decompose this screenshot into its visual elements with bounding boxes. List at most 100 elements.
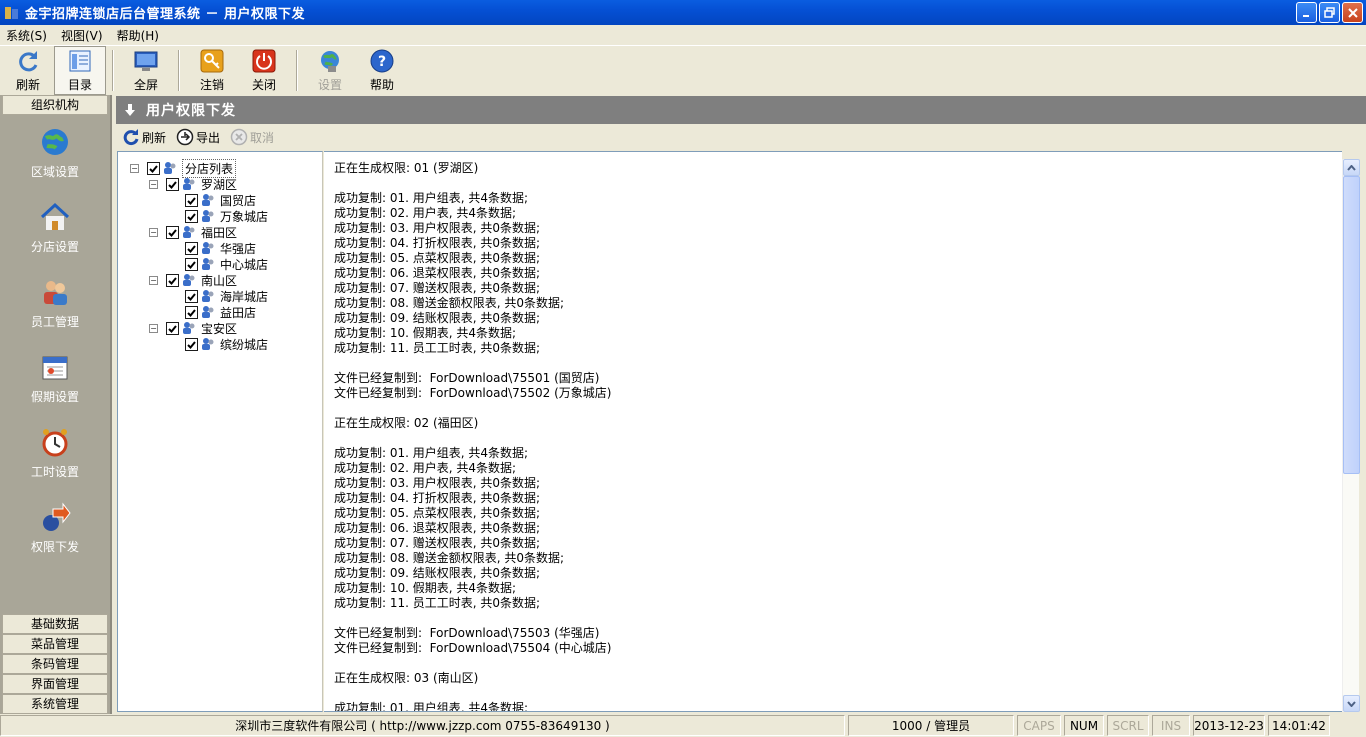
tree-checkbox[interactable]	[166, 321, 179, 335]
nav-group-ui-management[interactable]: 界面管理	[2, 674, 108, 694]
tree-store[interactable]: 华强店	[130, 240, 322, 256]
tree-root[interactable]: − 分店列表	[130, 158, 322, 178]
collapse-toggle[interactable]: −	[149, 179, 158, 189]
log-line: 成功复制: 09. 结账权限表, 共0条数据;	[334, 566, 541, 580]
tree-checkbox[interactable]	[185, 209, 198, 223]
tree-label: 南山区	[201, 273, 238, 288]
cancel-label: 取消	[250, 130, 275, 145]
log-line: 成功复制: 08. 赠送金额权限表, 共0条数据;	[334, 296, 565, 310]
menu-view[interactable]: 视图(V)	[61, 27, 103, 44]
store-icon	[202, 258, 214, 270]
toolbar-separator	[178, 50, 180, 91]
globe-icon	[321, 51, 339, 72]
check-mark-icon	[168, 228, 177, 237]
log-line: 成功复制: 04. 打折权限表, 共0条数据;	[334, 491, 541, 505]
tree-checkbox[interactable]	[185, 337, 198, 351]
collapse-toggle[interactable]: −	[149, 323, 158, 333]
tree-store[interactable]: 缤纷城店	[130, 336, 322, 352]
tree-checkbox[interactable]	[185, 305, 198, 319]
tree-region[interactable]: − 福田区	[130, 224, 322, 240]
log-line: 文件已经复制到: ForDownload\75501 (国贸店)	[334, 371, 600, 385]
nav-item-permission-dispatch[interactable]: 权限下发	[0, 490, 110, 565]
tree-checkbox[interactable]	[185, 193, 198, 207]
close-window-button[interactable]	[1342, 2, 1363, 23]
collapse-toggle[interactable]: −	[149, 275, 158, 285]
directory-button[interactable]: 目录	[54, 46, 106, 95]
export-button[interactable]: 导出	[176, 128, 220, 146]
check-mark-icon	[187, 244, 196, 253]
check-mark-icon	[168, 180, 177, 189]
nav-section-header[interactable]: 组织机构	[2, 95, 108, 115]
cancel-button[interactable]: 取消	[230, 128, 274, 146]
refresh-icon	[123, 129, 139, 146]
panel-refresh-label: 刷新	[142, 130, 167, 145]
cancel-icon	[230, 128, 248, 146]
menu-help[interactable]: 帮助(H)	[117, 27, 159, 44]
help-button[interactable]: ? 帮助	[356, 46, 408, 95]
fullscreen-button[interactable]: 全屏	[120, 46, 172, 95]
collapse-toggle[interactable]: −	[130, 163, 139, 173]
status-caps: CAPS	[1017, 715, 1061, 736]
tree-store[interactable]: 益田店	[130, 304, 322, 320]
tree-checkbox[interactable]	[185, 241, 198, 255]
close-button[interactable]: 关闭	[238, 46, 290, 95]
key-icon	[200, 49, 224, 73]
nav-group-barcode-management[interactable]: 条码管理	[2, 654, 108, 674]
log-line: 正在生成权限: 02 (福田区)	[334, 416, 479, 430]
scroll-thumb[interactable]	[1343, 176, 1360, 474]
log-output: 正在生成权限: 01 (罗湖区) 成功复制: 01. 用户组表, 共4条数据; 成功…	[324, 151, 1342, 712]
tree-region[interactable]: − 罗湖区	[130, 176, 322, 192]
check-mark-icon	[149, 164, 158, 173]
tree-region[interactable]: − 南山区	[130, 272, 322, 288]
refresh-icon	[19, 51, 38, 72]
restore-button[interactable]	[1319, 2, 1340, 23]
nav-item-holiday-settings[interactable]: 假期设置	[0, 340, 110, 415]
panel-refresh-button[interactable]: 刷新	[122, 128, 166, 146]
tree-store[interactable]: 海岸城店	[130, 288, 322, 304]
settings-button[interactable]: 设置	[304, 46, 356, 95]
log-line: 成功复制: 03. 用户权限表, 共0条数据;	[334, 221, 541, 235]
nav-label: 员工管理	[30, 314, 79, 329]
logout-button[interactable]: 注销	[186, 46, 238, 95]
nav-item-region-settings[interactable]: 区域设置	[0, 115, 110, 190]
nav-group-system-management[interactable]: 系统管理	[2, 694, 108, 714]
nav-item-staff-management[interactable]: 员工管理	[0, 265, 110, 340]
tree-store[interactable]: 中心城店	[130, 256, 322, 272]
nav-label: 分店设置	[30, 239, 79, 254]
scroll-down-button[interactable]	[1343, 695, 1360, 712]
fullscreen-label: 全屏	[133, 78, 158, 92]
globe-icon	[42, 128, 68, 155]
tree-store[interactable]: 国贸店	[130, 192, 322, 208]
scroll-up-button[interactable]	[1343, 159, 1360, 176]
refresh-button[interactable]: 刷新	[2, 46, 54, 95]
tree-checkbox[interactable]	[166, 225, 179, 239]
tree-checkbox[interactable]	[166, 177, 179, 191]
tree-checkbox[interactable]	[185, 257, 198, 271]
nav-item-store-settings[interactable]: 分店设置	[0, 190, 110, 265]
log-line: 成功复制: 01. 用户组表, 共4条数据;	[334, 701, 529, 712]
tree-checkbox[interactable]	[147, 161, 160, 175]
check-mark-icon	[187, 292, 196, 301]
help-icon: ?	[370, 49, 394, 73]
tree-checkbox[interactable]	[185, 289, 198, 303]
nav-group-dish-management[interactable]: 菜品管理	[2, 634, 108, 654]
log-line: 成功复制: 06. 退菜权限表, 共0条数据;	[334, 266, 541, 280]
close-label: 关闭	[251, 78, 276, 92]
log-scrollbar[interactable]	[1342, 159, 1360, 712]
tree-label: 缤纷城店	[220, 337, 269, 352]
tree-label: 国贸店	[220, 193, 257, 208]
menu-system[interactable]: 系统(S)	[6, 27, 47, 44]
dispatch-icon	[43, 502, 71, 531]
tree-checkbox[interactable]	[166, 273, 179, 287]
minimize-button[interactable]	[1296, 2, 1317, 23]
tree-store[interactable]: 万象城店	[130, 208, 322, 224]
log-line: 成功复制: 11. 员工工时表, 共0条数据;	[334, 596, 541, 610]
nav-item-worktime-settings[interactable]: 工时设置	[0, 415, 110, 490]
collapse-toggle[interactable]: −	[149, 227, 158, 237]
tree-region[interactable]: − 宝安区	[130, 320, 322, 336]
nav-group-basic-data[interactable]: 基础数据	[2, 614, 108, 634]
store-icon	[202, 290, 214, 302]
